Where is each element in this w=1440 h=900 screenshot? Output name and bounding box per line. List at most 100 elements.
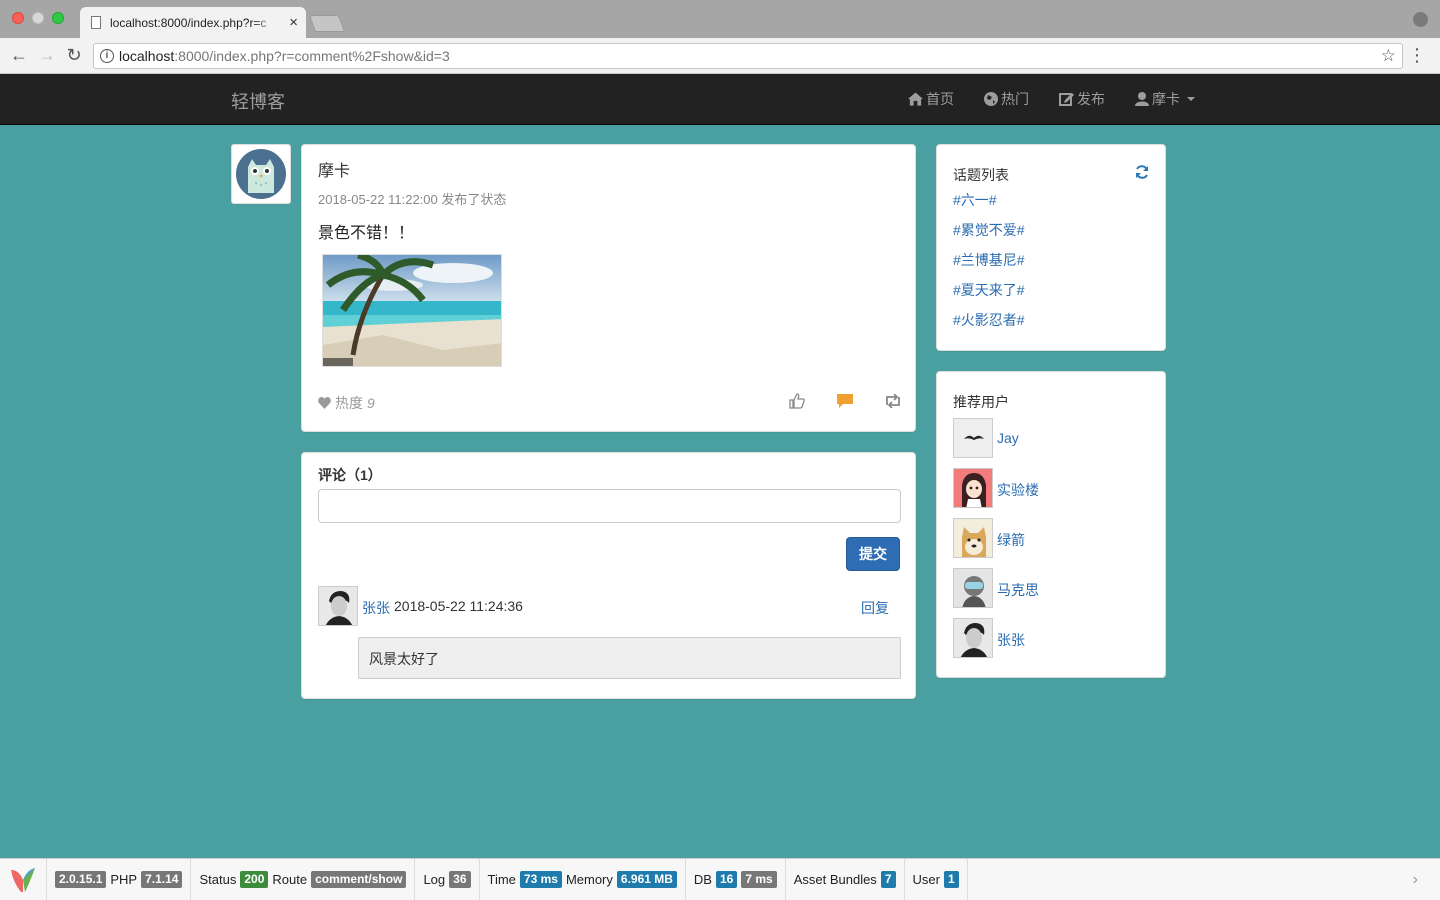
user-item: 马克思: [953, 568, 1039, 618]
tab-title: localhost:8000/index.php?r=c: [110, 16, 267, 30]
debug-log[interactable]: Log 36: [415, 859, 480, 900]
status-badge: 200: [240, 871, 269, 888]
db-count-badge: 16: [715, 871, 738, 888]
nav-user-label: 摩卡: [1152, 91, 1180, 107]
bookmark-star-icon[interactable]: ☆: [1381, 44, 1396, 68]
like-button[interactable]: [787, 391, 807, 411]
route-badge: comment/show: [311, 871, 407, 888]
topic-item[interactable]: #兰博基尼#: [953, 253, 1025, 283]
user-badge: 1: [943, 871, 959, 888]
comment-icon: [837, 393, 853, 408]
site-brand[interactable]: 轻博客: [231, 88, 285, 114]
window-close-button[interactable]: [12, 12, 24, 24]
debug-db[interactable]: DB 16 7 ms: [686, 859, 786, 900]
close-tab-icon[interactable]: ×: [289, 14, 298, 31]
collapse-toolbar-icon[interactable]: ›: [1413, 871, 1418, 889]
topics-title: 话题列表: [953, 167, 1009, 183]
back-arrow-icon[interactable]: ←: [8, 44, 30, 66]
window-zoom-button[interactable]: [52, 12, 64, 24]
user-name[interactable]: 绿箭: [997, 530, 1025, 550]
comment-input[interactable]: [318, 489, 901, 523]
topic-item[interactable]: #六一#: [953, 193, 1025, 223]
browser-tab[interactable]: localhost:8000/index.php?r=c ×: [80, 7, 306, 38]
author-avatar[interactable]: [231, 144, 291, 204]
nav-home[interactable]: 首页: [893, 74, 969, 124]
debug-request[interactable]: Status 200 Route comment/show: [191, 859, 416, 900]
php-label: PHP: [110, 872, 138, 887]
topic-item[interactable]: #火影忍者#: [953, 313, 1025, 343]
reload-icon[interactable]: ↻: [63, 44, 85, 66]
post-content: 景色不错！！: [318, 225, 415, 242]
heart-icon: [318, 397, 331, 409]
nav-links: 首页 热门 发布 摩卡: [893, 74, 1210, 124]
user-name[interactable]: 马克思: [997, 580, 1039, 600]
assets-count-badge: 7: [880, 871, 896, 888]
post-panel: 摩卡 2018-05-22 11:22:00 发布了状态 景色不错！！ 热度 9: [301, 144, 916, 432]
nav-publish[interactable]: 发布: [1044, 74, 1120, 124]
debug-toolbar: 2.0.15.1 PHP 7.1.14 Status 200 Route com…: [0, 858, 1440, 900]
address-bar[interactable]: i localhost:8000/index.php?r=comment%2Fs…: [93, 43, 1403, 69]
post-meta: 2018-05-22 11:22:00 发布了状态: [318, 192, 507, 207]
debug-user[interactable]: User 1: [905, 859, 968, 900]
browser-menu-icon[interactable]: ⋮: [1408, 44, 1426, 66]
retweet-button[interactable]: [883, 391, 903, 411]
post-image[interactable]: [322, 254, 502, 367]
yii-version-badge: 2.0.15.1: [55, 871, 107, 888]
url-host: localhost: [119, 48, 175, 64]
comment-time: 2018-05-22 11:24:36: [394, 598, 523, 614]
time-badge: 73 ms: [519, 871, 562, 888]
topic-list: #六一# #累觉不爱# #兰博基尼# #夏天来了# #火影忍者#: [953, 193, 1025, 343]
commenter-avatar[interactable]: [318, 586, 358, 626]
topics-panel: 话题列表 #六一# #累觉不爱# #兰博基尼# #夏天来了# #火影忍者#: [936, 144, 1166, 351]
submit-button[interactable]: 提交: [846, 537, 900, 571]
comment-button[interactable]: [835, 391, 855, 411]
user-name[interactable]: Jay: [997, 430, 1019, 446]
user-avatar[interactable]: [953, 618, 993, 658]
comment-user[interactable]: 张张: [362, 598, 390, 618]
post-hot: 热度 9: [318, 393, 375, 413]
profile-icon[interactable]: [1413, 12, 1428, 27]
nav-user-dropdown[interactable]: 摩卡: [1120, 74, 1210, 124]
user-avatar[interactable]: [953, 468, 993, 508]
hot-count: 9: [367, 395, 375, 411]
user-item: 绿箭: [953, 518, 1039, 568]
php-version-badge: 7.1.14: [141, 871, 183, 888]
user-item: 张张: [953, 618, 1039, 668]
nav-home-label: 首页: [926, 91, 954, 107]
post-author[interactable]: 摩卡: [318, 157, 350, 181]
new-tab-button[interactable]: [308, 15, 346, 32]
log-label: Log: [423, 872, 446, 887]
user-name[interactable]: 张张: [997, 630, 1025, 650]
user-icon: [1135, 92, 1149, 106]
browser-toolbar: ← → ↻ i localhost:8000/index.php?r=comme…: [0, 38, 1440, 74]
user-item: Jay: [953, 418, 1039, 468]
user-avatar[interactable]: [953, 518, 993, 558]
comment-body: 风景太好了: [358, 637, 901, 679]
globe-icon: [984, 92, 998, 106]
user-list: Jay 实验楼 绿箭 马克思 张张: [953, 418, 1039, 668]
url-path: :8000/index.php?r=comment%2Fshow&id=3: [174, 48, 450, 64]
hot-label: 热度: [335, 395, 363, 411]
users-title: 推荐用户: [953, 394, 1009, 410]
forward-arrow-icon[interactable]: →: [36, 44, 58, 66]
caret-down-icon: [1187, 97, 1195, 101]
user-name[interactable]: 实验楼: [997, 480, 1039, 500]
user-label: User: [912, 872, 940, 887]
yii-logo-icon[interactable]: [0, 859, 47, 900]
window-minimize-button[interactable]: [32, 12, 44, 24]
debug-profiling[interactable]: Time 73 ms Memory 6.961 MB: [480, 859, 686, 900]
memory-label: Memory: [565, 872, 613, 887]
post-actions: [787, 391, 903, 411]
nav-hot[interactable]: 热门: [969, 74, 1044, 124]
debug-version[interactable]: 2.0.15.1 PHP 7.1.14: [47, 859, 192, 900]
user-avatar[interactable]: [953, 568, 993, 608]
user-avatar[interactable]: [953, 418, 993, 458]
debug-assets[interactable]: Asset Bundles 7: [786, 859, 905, 900]
topic-item[interactable]: #累觉不爱#: [953, 223, 1025, 253]
topic-item[interactable]: #夏天来了#: [953, 283, 1025, 313]
refresh-icon[interactable]: [1135, 165, 1149, 182]
comment-panel: 评论（1） 提交 张张 2018-05-22 11:24:36 回复 风景太好了: [301, 452, 916, 699]
reply-link[interactable]: 回复: [861, 598, 889, 618]
db-time-badge: 7 ms: [741, 871, 777, 888]
info-icon[interactable]: i: [100, 49, 114, 63]
